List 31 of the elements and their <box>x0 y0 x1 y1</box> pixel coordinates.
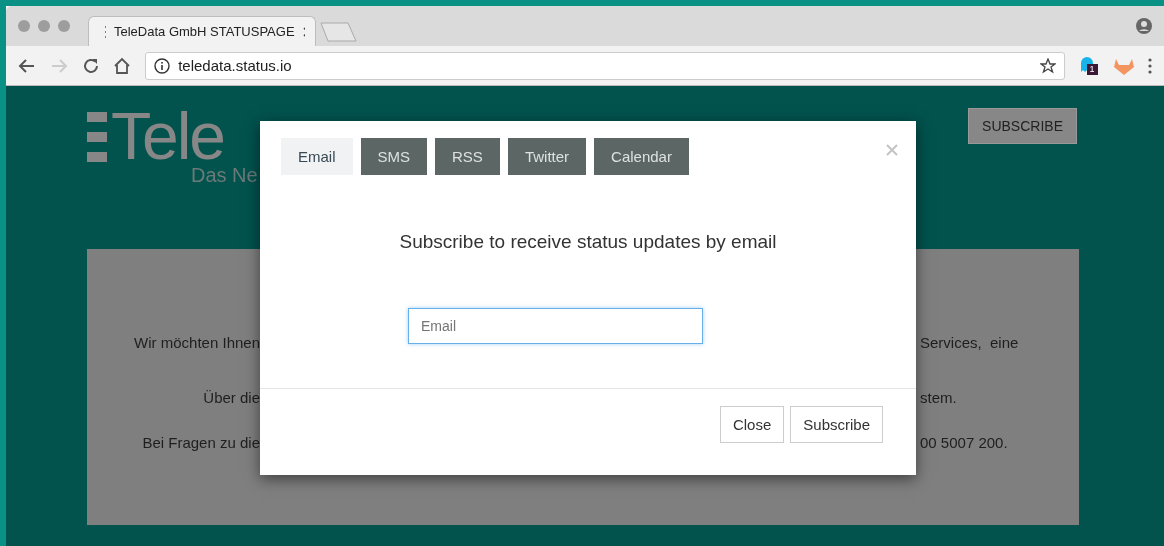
browser-tab[interactable]: TeleData GmbH STATUSPAGE <box>88 16 316 46</box>
logo-bars-icon <box>87 110 107 162</box>
notice-text: 00 5007 200. <box>919 434 1008 451</box>
logo-text: Tele <box>111 108 225 164</box>
channel-tab[interactable]: Calendar <box>594 138 689 175</box>
channel-tab[interactable]: Twitter <box>507 138 587 175</box>
channel-tab[interactable]: Email <box>281 138 353 175</box>
logo-tagline: Das Ne <box>191 164 258 186</box>
notice-text: stem. <box>919 389 957 406</box>
dialog-button[interactable]: Subscribe <box>790 406 883 443</box>
notice-text: Services, eine <box>919 334 1019 351</box>
notice-text: Über die <box>202 389 260 406</box>
close-icon[interactable] <box>302 26 305 37</box>
channel-tab[interactable]: SMS <box>360 138 428 175</box>
back-icon[interactable] <box>18 57 36 74</box>
subscribe-button[interactable]: SUBSCRIBE <box>968 108 1077 144</box>
email-field[interactable]: Email <box>408 308 703 344</box>
notice-text: Wir möchten Ihnen <box>133 334 260 351</box>
address-bar[interactable]: teledata.status.io <box>145 51 1065 80</box>
menu-icon[interactable] <box>1148 57 1153 74</box>
url-text: teledata.status.io <box>178 57 292 74</box>
notice-text: Bei Fragen zu die <box>141 434 260 451</box>
channel-tab[interactable]: RSS <box>435 138 500 175</box>
info-icon <box>154 57 171 74</box>
dialog-heading: Subscribe to receive status updates by email <box>398 231 778 253</box>
star-icon[interactable] <box>1039 57 1056 74</box>
profile-icon[interactable] <box>1136 18 1152 34</box>
reload-icon[interactable] <box>81 56 100 75</box>
home-icon[interactable] <box>113 56 132 75</box>
dialog-button[interactable]: Close <box>719 406 785 443</box>
notification-badge: 1 <box>1086 63 1098 75</box>
